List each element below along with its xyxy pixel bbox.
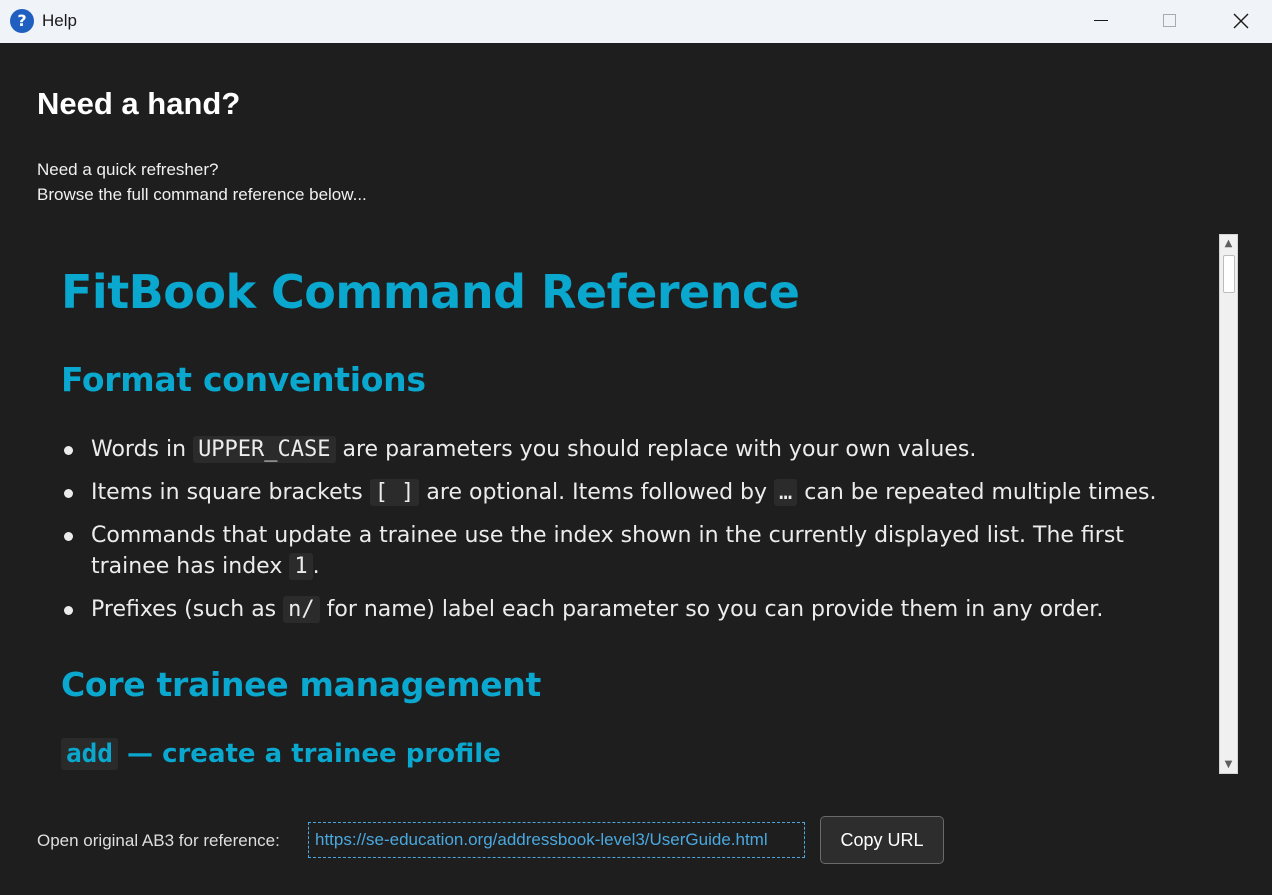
window-title: Help	[42, 11, 77, 30]
text: Items in square brackets	[91, 480, 370, 505]
maximize-icon	[1163, 14, 1176, 27]
inline-code: [ ]	[369, 479, 420, 506]
text: are optional. Items followed by	[419, 480, 775, 505]
user-guide-url-link[interactable]: https://se-education.org/addressbook-lev…	[308, 822, 805, 858]
inline-code: …	[774, 479, 798, 506]
scroll-up-arrow-icon[interactable]: ▲	[1220, 235, 1237, 252]
text: Prefixes (such as	[91, 597, 284, 622]
close-icon	[1233, 13, 1249, 29]
text: .	[312, 554, 320, 579]
inline-code: add	[61, 738, 118, 770]
copy-url-button[interactable]: Copy URL	[820, 816, 944, 864]
command-heading-add: add — create a trainee profile	[61, 738, 501, 770]
text: for name) label each parameter so you ca…	[319, 597, 1104, 622]
list-item: Items in square brackets [ ] are optiona…	[61, 477, 1201, 508]
inline-code: UPPER_CASE	[193, 436, 336, 463]
scroll-down-arrow-icon[interactable]: ▼	[1220, 756, 1237, 773]
conventions-list: Words in UPPER_CASE are parameters you s…	[61, 434, 1201, 637]
title-bar: ? Help	[0, 0, 1272, 43]
list-item: Commands that update a trainee use the i…	[61, 520, 1201, 582]
subtitle-line-1: Need a quick refresher?	[37, 160, 219, 179]
section-heading-format: Format conventions	[61, 360, 426, 399]
list-item: Prefixes (such as n/ for name) label eac…	[61, 594, 1201, 625]
list-item: Words in UPPER_CASE are parameters you s…	[61, 434, 1201, 465]
help-question-icon: ?	[10, 9, 34, 33]
help-content-view[interactable]: FitBook Command Reference Format convent…	[37, 234, 1219, 774]
page-title: Need a hand?	[37, 86, 241, 121]
text: can be repeated multiple times.	[797, 480, 1157, 505]
minimize-button[interactable]	[1072, 0, 1130, 43]
inline-code: 1	[289, 553, 313, 580]
doc-title: FitBook Command Reference	[61, 265, 800, 319]
vertical-scrollbar[interactable]: ▲ ▼	[1219, 234, 1238, 774]
text: Commands that update a trainee use the i…	[91, 523, 1124, 579]
section-heading-core: Core trainee management	[61, 665, 541, 704]
scrollbar-thumb[interactable]	[1223, 255, 1235, 293]
close-button[interactable]	[1212, 0, 1270, 43]
inline-code: n/	[283, 596, 320, 623]
minimize-icon	[1094, 20, 1108, 21]
text: are parameters you should replace with y…	[335, 437, 977, 462]
text: Words in	[91, 437, 194, 462]
command-heading-text: — create a trainee profile	[117, 739, 501, 769]
reference-label: Open original AB3 for reference:	[37, 831, 280, 850]
subtitle-line-2: Browse the full command reference below.…	[37, 185, 367, 204]
maximize-button[interactable]	[1141, 0, 1199, 43]
